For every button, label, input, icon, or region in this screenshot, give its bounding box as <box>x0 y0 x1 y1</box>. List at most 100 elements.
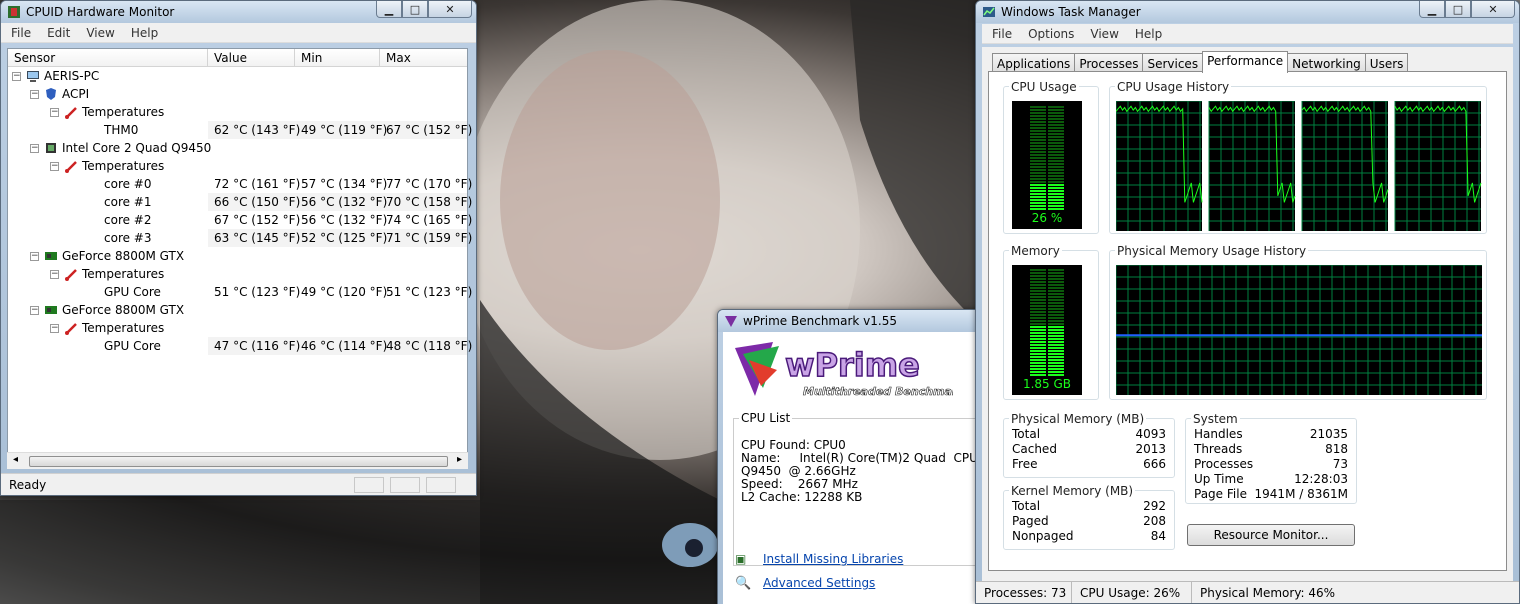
meter-segment <box>1030 284 1046 286</box>
sensor-max: 70 °C (158 °F) <box>386 195 473 209</box>
cpu-list-label: CPU List <box>739 411 793 425</box>
menu-help[interactable]: Help <box>1127 27 1170 41</box>
table-row[interactable]: core #1 66 °C (150 °F) 56 °C (132 °F) 70 °C… <box>8 193 472 211</box>
column-max[interactable]: Max <box>380 49 467 66</box>
sensor-label: Temperatures <box>82 105 165 119</box>
task-manager-window[interactable]: Windows Task Manager ▁ □ ✕ File Options … <box>975 0 1520 604</box>
kernel-memory-group: Kernel Memory (MB) Total 292 Paged 208 Nonpa… <box>1003 484 1175 550</box>
advanced-settings-link[interactable]: Advanced Settings <box>763 576 875 590</box>
meter-segment <box>1048 160 1064 162</box>
physical-history-group: Physical Memory Usage History <box>1109 244 1487 400</box>
system-group: System Handles 21035 Threads 818 Processes 73… <box>1185 412 1357 504</box>
table-row[interactable]: GPU Core 51 °C (123 °F) 49 °C (120 °F) 51 °… <box>8 283 472 301</box>
horizontal-scrollbar[interactable]: ◂ ▸ <box>7 452 468 469</box>
table-row[interactable]: − ACPI <box>8 85 467 103</box>
thermometer-icon <box>65 161 77 173</box>
close-button[interactable]: ✕ <box>1471 1 1515 18</box>
minimize-button[interactable]: ▁ <box>1419 1 1445 18</box>
hwmonitor-window[interactable]: CPUID Hardware Monitor ▁ □ ✕ File Edit V… <box>0 0 477 496</box>
tab-users[interactable]: Users <box>1364 53 1409 72</box>
table-row[interactable]: − AERIS-PC <box>8 67 467 85</box>
menu-edit[interactable]: Edit <box>39 26 78 40</box>
minimize-button[interactable]: ▁ <box>376 1 402 18</box>
tab-services[interactable]: Services <box>1142 53 1204 72</box>
table-row[interactable]: core #0 72 °C (161 °F) 57 °C (134 °F) 77 °C… <box>8 175 472 193</box>
wprime-app-icon <box>725 316 737 327</box>
scroll-left-icon[interactable]: ◂ <box>13 454 18 465</box>
tree-collapse-toggle[interactable]: − <box>30 252 39 261</box>
column-sensor[interactable]: Sensor <box>8 49 208 66</box>
wprime-title: wPrime Benchmark v1.55 <box>743 314 897 328</box>
hwmonitor-title: CPUID Hardware Monitor <box>26 5 175 19</box>
meter-segment <box>1030 142 1046 144</box>
wprime-window[interactable]: wPrime Benchmark v1.55 wPrime Multithrea… <box>717 309 987 604</box>
column-value[interactable]: Value <box>208 49 295 66</box>
tab-processes[interactable]: Processes <box>1074 53 1144 72</box>
tab-applications[interactable]: Applications <box>992 53 1076 72</box>
tab-networking[interactable]: Networking <box>1287 53 1366 72</box>
menu-options[interactable]: Options <box>1020 27 1082 41</box>
table-row[interactable]: − Intel Core 2 Quad Q9450 <box>8 139 467 157</box>
tree-collapse-toggle[interactable]: − <box>50 162 59 171</box>
scrollbar-thumb[interactable] <box>29 456 448 467</box>
menu-file[interactable]: File <box>984 27 1020 41</box>
tree-collapse-toggle[interactable]: − <box>30 306 39 315</box>
tree-collapse-toggle[interactable]: − <box>30 90 39 99</box>
meter-segment <box>1030 145 1046 147</box>
wprime-body: wPrime Multithreaded Benchmark CPU List … <box>723 332 986 604</box>
resource-monitor-button[interactable]: Resource Monitor... <box>1187 524 1355 546</box>
table-row[interactable]: GPU Core 47 °C (116 °F) 46 °C (114 °F) 48 °… <box>8 337 472 355</box>
sensor-values: 51 °C (123 °F) 49 °C (120 °F) 51 °C (123 °… <box>208 283 472 301</box>
maximize-button[interactable]: □ <box>1445 1 1471 18</box>
taskmgr-titlebar[interactable]: Windows Task Manager ▁ □ ✕ <box>976 1 1519 23</box>
table-row[interactable]: − Temperatures <box>8 103 467 121</box>
column-min[interactable]: Min <box>295 49 380 66</box>
sensor-value: 66 °C (150 °F) <box>214 195 301 209</box>
menu-view[interactable]: View <box>1082 27 1126 41</box>
meter-segment <box>1030 320 1046 322</box>
tree-collapse-toggle[interactable]: − <box>30 144 39 153</box>
close-button[interactable]: ✕ <box>428 1 472 18</box>
install-missing-libraries-link[interactable]: Install Missing Libraries <box>763 552 903 566</box>
menu-view[interactable]: View <box>78 26 122 40</box>
wprime-titlebar[interactable]: wPrime Benchmark v1.55 <box>718 310 986 332</box>
meter-segment <box>1030 172 1046 174</box>
meter-segment <box>1030 341 1046 343</box>
tree-collapse-toggle[interactable]: − <box>12 72 21 81</box>
sensor-tree[interactable]: Sensor Value Min Max − AERIS-PC − ACPI − Temp… <box>7 48 472 469</box>
table-row[interactable]: core #3 63 °C (145 °F) 52 °C (125 °F) 71 °C… <box>8 229 472 247</box>
table-row[interactable]: − Temperatures <box>8 157 467 175</box>
table-row[interactable]: THM0 62 °C (143 °F) 49 °C (119 °F) 67 °C (1… <box>8 121 472 139</box>
menu-file[interactable]: File <box>3 26 39 40</box>
stat-value: 21035 <box>1309 427 1348 441</box>
meter-segment <box>1048 106 1064 108</box>
cpu-history-label: CPU Usage History <box>1115 80 1232 94</box>
stat-value: 12:28:03 <box>1294 472 1348 486</box>
memory-meter: 1.85 GB <box>1012 265 1082 395</box>
meter-segment <box>1030 326 1046 328</box>
stat-label: Processes <box>1194 457 1254 471</box>
cpu-usage-value: 26 % <box>1031 211 1063 225</box>
table-row[interactable]: − GeForce 8800M GTX <box>8 247 467 265</box>
sensor-label: Temperatures <box>82 267 165 281</box>
meter-segment <box>1048 344 1064 346</box>
tree-collapse-toggle[interactable]: − <box>50 324 59 333</box>
tree-collapse-toggle[interactable]: − <box>50 108 59 117</box>
tab-performance[interactable]: Performance <box>1202 51 1289 73</box>
table-row[interactable]: − Temperatures <box>8 265 467 283</box>
table-row[interactable]: − Temperatures <box>8 319 467 337</box>
stat-value: 4093 <box>1135 427 1166 441</box>
scroll-right-icon[interactable]: ▸ <box>457 454 462 465</box>
table-row[interactable]: core #2 67 °C (152 °F) 56 °C (132 °F) 74 °C… <box>8 211 472 229</box>
menu-help[interactable]: Help <box>123 26 166 40</box>
cpu-usage-group: CPU Usage 26 % <box>1003 80 1099 234</box>
meter-segment <box>1030 314 1046 316</box>
meter-segment <box>1048 362 1064 364</box>
tree-collapse-toggle[interactable]: − <box>50 270 59 279</box>
table-row[interactable]: − GeForce 8800M GTX <box>8 301 467 319</box>
meter-segment <box>1030 151 1046 153</box>
meter-segment <box>1030 136 1046 138</box>
meter-segment <box>1048 302 1064 304</box>
maximize-button[interactable]: □ <box>402 1 428 18</box>
hwmonitor-titlebar[interactable]: CPUID Hardware Monitor ▁ □ ✕ <box>1 1 476 23</box>
